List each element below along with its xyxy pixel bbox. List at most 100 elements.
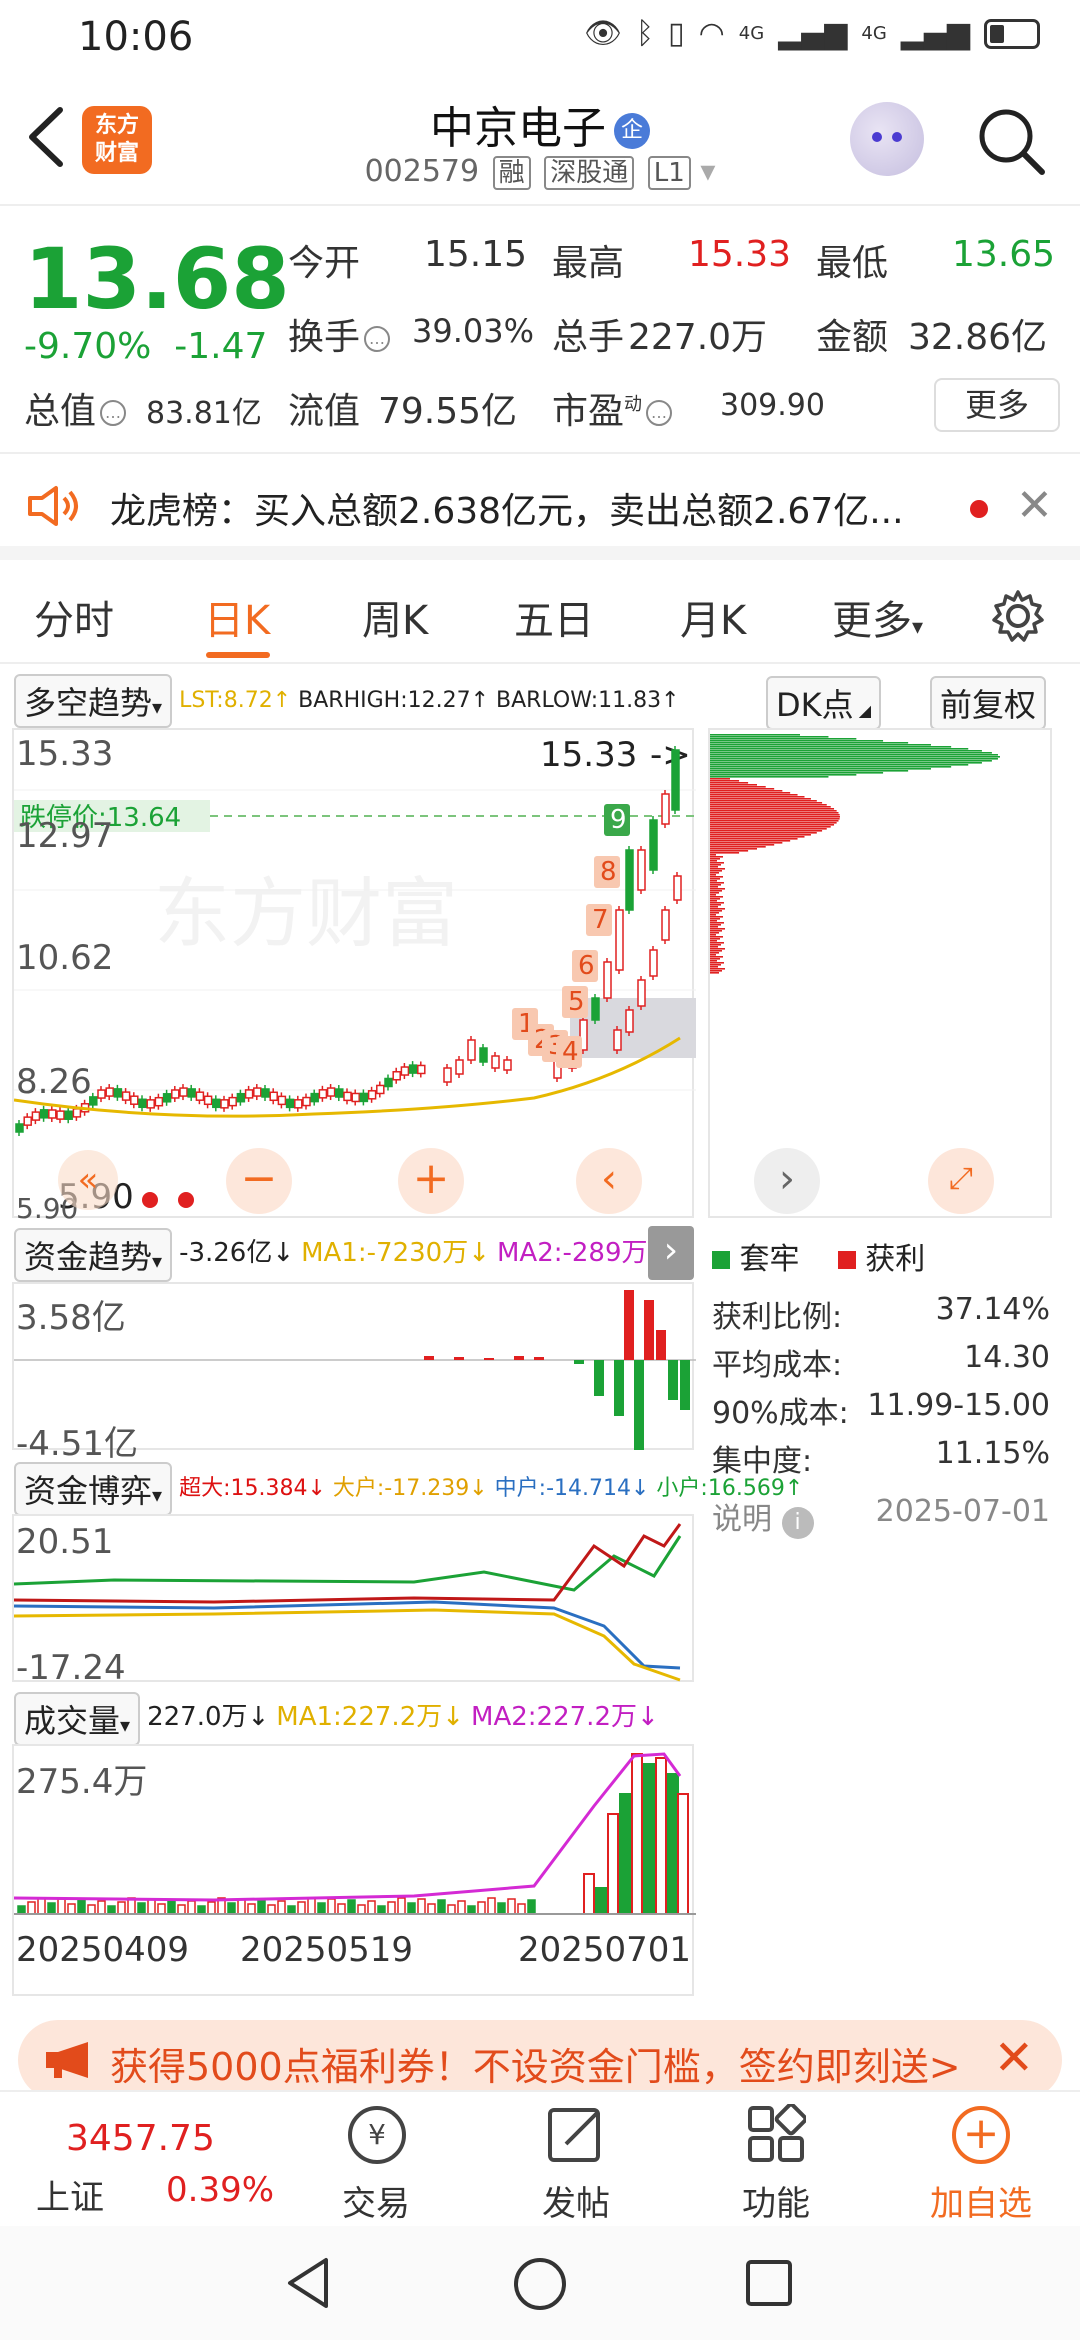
zoom-in-button[interactable]: + (398, 1148, 464, 1214)
chip-distribution-chart[interactable]: › ⤢ (708, 728, 1052, 1218)
volume-bar (77, 1899, 86, 1915)
system-nav-bar (0, 2226, 1080, 2340)
kline-chart[interactable]: 东方财富 跌停价:13.64 15.33 -> 123456789 5.90 1… (12, 728, 696, 1225)
fund-game-mid: 中户:-14.714↓ (494, 1476, 650, 1501)
chip-bar (710, 744, 931, 746)
settings-gear-icon[interactable] (990, 588, 1046, 644)
chevron-down-icon[interactable]: ▾ (700, 154, 715, 189)
adjustment-button[interactable]: 前复权 (930, 676, 1047, 730)
tab-intraday[interactable]: 分时 (34, 588, 114, 646)
dk-point-button[interactable]: DK点 ◢ (766, 676, 882, 730)
search-icon[interactable] (976, 106, 1046, 176)
nav-back-icon[interactable] (282, 2256, 336, 2310)
volume-bar (595, 1887, 607, 1915)
volume-bar (47, 1902, 56, 1915)
assistant-avatar[interactable] (850, 102, 924, 176)
tab-more[interactable]: 更多▾ (832, 588, 923, 646)
chip-bar (710, 850, 749, 852)
chip-bar (710, 844, 775, 846)
mcap-label: 总值… (24, 382, 130, 434)
high-mark: 15.33 (540, 735, 637, 775)
function-button[interactable]: 功能 (706, 2092, 846, 2226)
fund-trend-chart[interactable]: 3.58亿 -4.51亿 (12, 1282, 696, 1464)
tab-weekly[interactable]: 周K (362, 588, 428, 646)
chip-bar (710, 906, 718, 908)
chip-bar (710, 966, 718, 968)
fund-bar (644, 1300, 654, 1360)
news-text: 龙虎榜：买入总额2.638亿元，卖出总额2.67亿... (110, 491, 904, 532)
chip-note[interactable]: 说明 i (712, 1494, 814, 1539)
scroll-left-button[interactable]: ‹ (576, 1148, 642, 1214)
chip-bar (710, 960, 717, 962)
panel-expand-arrow-icon[interactable]: › (648, 1226, 694, 1280)
tab-daily[interactable]: 日K (204, 588, 270, 646)
candle-body (455, 1059, 464, 1075)
chip-bar (710, 926, 718, 928)
fund-game-chart[interactable]: 20.51 -17.24 (12, 1514, 694, 1688)
close-icon[interactable]: ✕ (1016, 480, 1053, 531)
chip-bar (710, 894, 716, 896)
promo-close-icon[interactable]: ✕ (994, 2030, 1034, 2086)
watermark: 东方财富 (154, 869, 458, 958)
candle-body (277, 1095, 287, 1106)
volume-ma2: MA2:227.2万↓ (471, 1702, 659, 1732)
tag-connect: 深股通 (544, 156, 635, 190)
fund-bar (424, 1356, 434, 1360)
volume-select[interactable]: 成交量▾ (14, 1692, 141, 1746)
post-button[interactable]: 发帖 (506, 2092, 646, 2226)
float-value: 79.55亿 (378, 391, 518, 432)
candle-body (220, 1099, 229, 1109)
candle-body (138, 1098, 147, 1109)
info-icon: i (781, 1507, 814, 1539)
wifi-icon: ◠ (698, 16, 725, 51)
chip-bar (710, 928, 725, 930)
tab-five-day[interactable]: 五日 (514, 588, 594, 646)
rewind-icon[interactable]: « (58, 1150, 118, 1210)
chip-bar (710, 886, 718, 888)
candle-body (171, 1089, 180, 1099)
chip-bar (710, 776, 829, 778)
chip-bar (710, 846, 766, 848)
nav-home-icon[interactable] (512, 2256, 568, 2312)
trend-indicator-select[interactable]: 多空趋势▾ (14, 674, 173, 728)
chip-bar (710, 890, 722, 892)
chip-bar (710, 902, 724, 904)
chip-bar (710, 840, 791, 842)
chip-bar (710, 806, 831, 808)
zoom-out-button[interactable]: − (226, 1148, 292, 1214)
volume-bar (307, 1897, 316, 1915)
volume-value: 227.0万 (628, 317, 768, 358)
chip-bar (710, 934, 716, 936)
volume-bar (297, 1901, 306, 1915)
chip-svg (710, 734, 1000, 974)
fund-trend-select[interactable]: 资金趋势▾ (14, 1228, 173, 1282)
chip-bar (710, 790, 783, 792)
news-strip[interactable]: 龙虎榜：买入总额2.638亿元，卖出总额2.67亿... ✕ (0, 456, 1080, 560)
more-quote-button[interactable]: 更多 (934, 378, 1060, 432)
chip-bar (710, 788, 775, 790)
tab-monthly[interactable]: 月K (680, 588, 746, 646)
volume-bar (487, 1897, 496, 1915)
signal-marker-label: 6 (578, 951, 595, 981)
chip-scroll-right-button[interactable]: › (754, 1148, 820, 1214)
nav-recents-icon[interactable] (744, 2258, 794, 2308)
unread-dot (970, 500, 988, 518)
avg-cost-value: 14.30 (964, 1340, 1050, 1375)
status-bar: 10:06 👁 ᛒ ▯ ◠ 4G ▂▄▆ 4G ▂▄▆ (0, 0, 1080, 72)
fund-game-y-top: 20.51 (16, 1522, 114, 1562)
volume-bar (287, 1905, 296, 1915)
add-watchlist-button[interactable]: + 加自选 (906, 2092, 1056, 2226)
promo-banner[interactable]: 获得5000点福利券！不设资金门槛，签约即刻送> ✕ (18, 2020, 1062, 2100)
candle-body (15, 1123, 24, 1133)
candle-body (467, 1039, 476, 1061)
chip-bar (710, 852, 740, 854)
chip-bar (710, 820, 839, 822)
volume-bar (267, 1904, 276, 1915)
fund-game-select[interactable]: 资金博弈▾ (14, 1462, 173, 1516)
chip-bar (710, 782, 749, 784)
index-ticker[interactable]: 3457.75 上证 0.39% (0, 2092, 290, 2226)
candle-body (72, 1108, 82, 1118)
trade-button[interactable]: ¥ 交易 (306, 2092, 446, 2226)
expand-icon[interactable]: ⤢ (928, 1148, 994, 1214)
volume-chart[interactable]: 275.4万 20250409 20250519 20250701 (12, 1744, 696, 1996)
